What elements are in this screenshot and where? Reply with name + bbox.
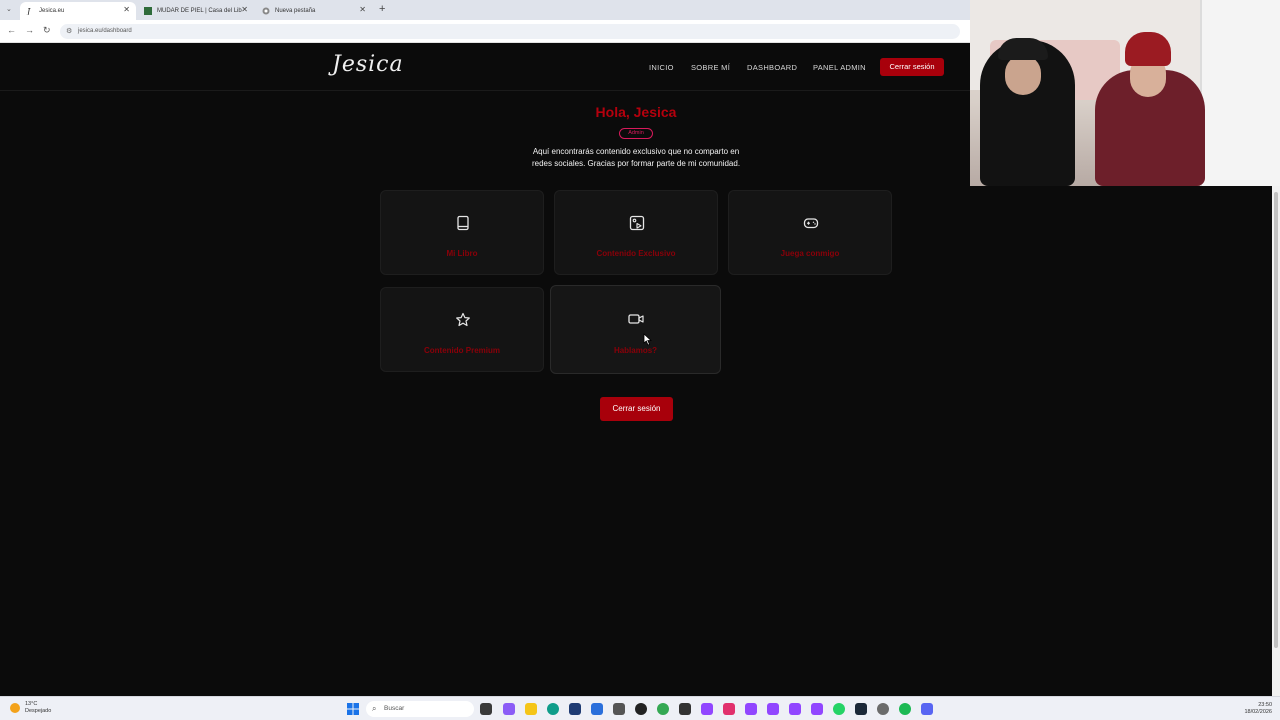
star-icon: [456, 312, 470, 327]
tab-list-chevron-icon[interactable]: ⌄: [6, 5, 12, 13]
chrome-favicon-icon: [262, 7, 270, 15]
twitch-icon[interactable]: [745, 703, 757, 715]
webcam-overlay: [970, 0, 1280, 186]
store-icon[interactable]: [569, 703, 581, 715]
mouse-cursor-icon: [643, 333, 652, 346]
close-tab-icon[interactable]: ✕: [123, 5, 130, 14]
logout-button[interactable]: Cerrar sesión: [600, 397, 673, 421]
twitch-icon[interactable]: [701, 703, 713, 715]
nav-dashboard[interactable]: DASHBOARD: [747, 63, 797, 72]
chrome-icon[interactable]: [657, 703, 669, 715]
discord-icon[interactable]: [921, 703, 933, 715]
browser-toolbar: ← → ↻ ⚙ jesica.eu/dashboard: [0, 20, 970, 43]
card-label: Contenido Exclusivo: [596, 249, 676, 258]
nav-inicio[interactable]: INICIO: [649, 63, 674, 72]
card-hablamos[interactable]: Hablamos?: [550, 285, 721, 374]
tab-title: Nueva pestaña: [275, 8, 316, 14]
search-icon: ⌕: [372, 704, 377, 713]
card-contenido-premium[interactable]: Contenido Premium: [380, 287, 544, 372]
browser-tab-strip: J Jesica.eu ✕ MUDAR DE PIEL | Casa del L…: [0, 0, 970, 20]
browser-tab-mudar-de-piel[interactable]: MUDAR DE PIEL | Casa del Lib ✕: [138, 2, 254, 20]
intro-line: Aquí encontrarás contenido exclusivo que…: [532, 147, 740, 156]
screen: { "browser": { "tabs": [ {"title": "Jesi…: [0, 0, 1280, 720]
twitch-icon[interactable]: [789, 703, 801, 715]
back-arrow-icon[interactable]: ←: [7, 25, 16, 35]
site-logo[interactable]: Jesica: [332, 52, 404, 77]
card-label: Juega conmigo: [780, 249, 840, 258]
browser-tab-new[interactable]: Nueva pestaña ✕: [256, 2, 372, 20]
copilot-icon[interactable]: [503, 703, 515, 715]
whatsapp-icon[interactable]: [833, 703, 845, 715]
page-scrollbar[interactable]: [1272, 186, 1280, 696]
nav-panel-admin[interactable]: PANEL ADMIN: [813, 63, 866, 72]
card-contenido-exclusivo[interactable]: Contenido Exclusivo: [554, 190, 718, 275]
app-icon[interactable]: [613, 703, 625, 715]
book-icon: [457, 215, 469, 231]
taskbar-search[interactable]: ⌕ Buscar: [366, 701, 474, 717]
image-play-icon: [629, 215, 645, 231]
site-favicon-icon: J: [26, 7, 34, 15]
site-info-icon[interactable]: ⚙: [66, 24, 72, 39]
svg-text:J: J: [26, 7, 31, 15]
address-bar[interactable]: ⚙ jesica.eu/dashboard: [60, 24, 960, 39]
system-clock[interactable]: 23:50 18/02/2026: [1236, 702, 1272, 716]
webcam-face-left: [1005, 55, 1041, 95]
task-view-icon[interactable]: [480, 703, 492, 715]
scrollbar-thumb[interactable]: [1274, 192, 1278, 648]
greeting-title: Hola, Jesica: [595, 104, 677, 120]
close-tab-icon[interactable]: ✕: [241, 5, 248, 14]
settings-gear-icon[interactable]: [877, 703, 889, 715]
role-badge: Admin: [619, 128, 653, 139]
nav-sobre-mi[interactable]: SOBRE MÍ: [691, 63, 730, 72]
clock-date: 18/02/2026: [1244, 709, 1272, 715]
forward-arrow-icon[interactable]: →: [25, 25, 34, 35]
obs-icon[interactable]: [635, 703, 647, 715]
windows-start-icon[interactable]: [347, 703, 359, 715]
card-label: Contenido Premium: [423, 346, 500, 355]
app-icon[interactable]: [679, 703, 691, 715]
twitch-icon[interactable]: [811, 703, 823, 715]
url-text: jesica.eu/dashboard: [78, 28, 132, 34]
browser-tab-jesica[interactable]: J Jesica.eu ✕: [20, 2, 136, 20]
sun-icon: [10, 703, 20, 713]
tab-title: MUDAR DE PIEL | Casa del Lib: [157, 8, 242, 14]
close-tab-icon[interactable]: ✕: [359, 5, 366, 14]
video-camera-icon: [628, 314, 644, 324]
book-store-favicon-icon: [144, 7, 152, 15]
header-logout-button[interactable]: Cerrar sesión: [880, 58, 944, 76]
outlook-icon[interactable]: [591, 703, 603, 715]
spotify-icon[interactable]: [899, 703, 911, 715]
intro-text: Aquí encontrarás contenido exclusivo que…: [516, 146, 756, 170]
new-tab-button[interactable]: +: [379, 3, 385, 15]
webcam-door: [1200, 0, 1280, 186]
tab-title: Jesica.eu: [39, 8, 65, 14]
weather-widget[interactable]: 13°C Despejado: [10, 701, 51, 715]
search-placeholder: Buscar: [384, 705, 405, 712]
taskbar: 13°C Despejado ⌕ Buscar 23:50 18/02/2026: [0, 696, 1280, 720]
intro-line: redes sociales. Gracias por formar parte…: [531, 159, 741, 168]
reload-icon[interactable]: ↻: [43, 25, 51, 36]
card-mi-libro[interactable]: Mi Libro: [380, 190, 544, 275]
file-explorer-icon[interactable]: [525, 703, 537, 715]
gamepad-icon: [803, 218, 819, 229]
card-juega-conmigo[interactable]: Juega conmigo: [728, 190, 892, 275]
webcam-hat-left: [998, 38, 1048, 60]
instagram-icon[interactable]: [723, 703, 735, 715]
twitch-icon[interactable]: [767, 703, 779, 715]
edge-icon[interactable]: [547, 703, 559, 715]
card-label: Hablamos?: [613, 346, 658, 355]
card-label: Mi Libro: [446, 249, 478, 258]
webcam-hat-right: [1125, 32, 1171, 66]
steam-icon[interactable]: [855, 703, 867, 715]
clock-time: 23:50: [1258, 702, 1272, 708]
